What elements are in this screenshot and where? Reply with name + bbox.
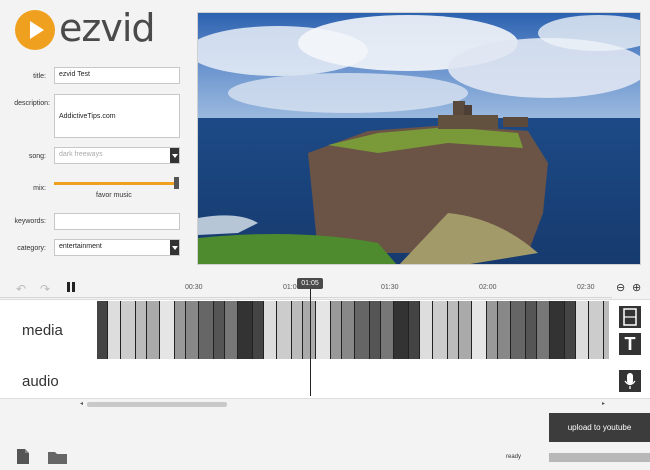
clip-thumbnail[interactable] [121, 301, 135, 359]
clip-thumbnail[interactable] [238, 301, 252, 359]
upload-to-youtube-button[interactable]: upload to youtube [549, 413, 650, 442]
clip-thumbnail[interactable] [277, 301, 291, 359]
progress-bar [549, 453, 650, 462]
clip-thumbnail[interactable] [459, 301, 471, 359]
clip-thumbnail[interactable] [292, 301, 302, 359]
clip-thumbnail[interactable] [448, 301, 458, 359]
clip-thumbnail[interactable] [537, 301, 549, 359]
pause-icon[interactable] [66, 281, 78, 293]
clip-thumbnail[interactable] [604, 301, 609, 359]
new-file-icon[interactable] [14, 447, 32, 465]
clip-thumbnails [97, 301, 609, 359]
title-field[interactable]: ezvid Test [54, 67, 180, 84]
category-value: entertainment [59, 243, 102, 250]
open-folder-glyph [48, 452, 67, 464]
status-text: ready [506, 454, 522, 460]
audio-track[interactable] [0, 364, 650, 399]
scroll-right-icon[interactable]: ▸ [602, 400, 605, 407]
time-tick: 02:30 [577, 284, 595, 291]
mix-caption: favor music [96, 192, 132, 199]
time-tick: 02:00 [479, 284, 497, 291]
clip-thumbnail[interactable] [214, 301, 224, 359]
clip-thumbnail[interactable] [576, 301, 588, 359]
mix-slider-thumb[interactable] [173, 177, 179, 189]
keywords-field[interactable] [54, 213, 180, 230]
category-select[interactable]: entertainment [54, 239, 180, 256]
scroll-left-icon[interactable]: ◂ [80, 400, 83, 407]
title-label: title: [33, 73, 46, 80]
clip-thumbnail[interactable] [303, 301, 315, 359]
clip-thumbnail[interactable] [316, 301, 330, 359]
new-file-glyph [17, 449, 29, 464]
time-tick: 01:30 [381, 284, 399, 291]
media-track-label: media [22, 322, 63, 339]
clip-thumbnail[interactable] [472, 301, 486, 359]
clip-thumbnail[interactable] [331, 301, 341, 359]
clip-thumbnail[interactable] [225, 301, 237, 359]
song-label: song: [28, 153, 46, 160]
clip-thumbnail[interactable] [199, 301, 213, 359]
horizontal-scrollbar[interactable] [87, 402, 227, 407]
time-tick: 00:30 [185, 284, 203, 291]
clip-thumbnail[interactable] [136, 301, 146, 359]
undo-icon[interactable]: ↶ [16, 282, 26, 296]
clip-thumbnail[interactable] [97, 301, 107, 359]
preview-image [198, 13, 640, 264]
logo-text: ezvid [59, 6, 155, 50]
clip-thumbnail[interactable] [370, 301, 380, 359]
mix-slider-track[interactable] [54, 182, 178, 185]
video-preview[interactable] [197, 12, 641, 265]
mix-label: mix: [33, 185, 46, 192]
clip-thumbnail[interactable] [264, 301, 276, 359]
clip-thumbnail[interactable] [498, 301, 510, 359]
clip-thumbnail[interactable] [565, 301, 575, 359]
ezvid-logo: ezvid [15, 6, 165, 56]
clip-thumbnail[interactable] [253, 301, 263, 359]
zoom-in-icon[interactable]: ⊕ [632, 281, 641, 294]
microphone-glyph [624, 373, 636, 389]
playhead[interactable] [310, 289, 311, 396]
description-label: description: [14, 100, 50, 107]
audio-track-label: audio [22, 373, 59, 390]
clip-thumbnail[interactable] [381, 301, 393, 359]
clip-thumbnail[interactable] [342, 301, 354, 359]
clip-thumbnail[interactable] [186, 301, 198, 359]
clip-thumbnail[interactable] [526, 301, 536, 359]
clip-thumbnail[interactable] [420, 301, 432, 359]
song-select[interactable]: dark freeways [54, 147, 180, 164]
clip-thumbnail[interactable] [487, 301, 497, 359]
film-icon[interactable] [619, 306, 641, 328]
zoom-out-icon[interactable]: ⊖ [616, 281, 625, 294]
clip-thumbnail[interactable] [511, 301, 525, 359]
clip-thumbnail[interactable] [589, 301, 603, 359]
category-label: category: [17, 245, 46, 252]
chevron-down-icon [170, 148, 179, 163]
clip-thumbnail[interactable] [147, 301, 159, 359]
keywords-label: keywords: [14, 218, 46, 225]
clip-thumbnail[interactable] [433, 301, 447, 359]
clip-thumbnail[interactable] [175, 301, 185, 359]
film-icon-glyph [623, 308, 637, 326]
clip-thumbnail[interactable] [160, 301, 174, 359]
media-clips[interactable] [97, 301, 609, 359]
play-logo-icon [15, 10, 55, 50]
clip-thumbnail[interactable] [409, 301, 419, 359]
clip-thumbnail[interactable] [355, 301, 369, 359]
song-value: dark freeways [59, 151, 103, 158]
text-icon[interactable]: T [619, 333, 641, 355]
clip-thumbnail[interactable] [108, 301, 120, 359]
playhead-time[interactable]: 01:05 [297, 278, 323, 289]
clip-thumbnail[interactable] [550, 301, 564, 359]
time-ruler[interactable] [0, 297, 612, 298]
open-folder-icon[interactable] [47, 449, 69, 465]
chevron-down-icon [170, 240, 179, 255]
redo-icon[interactable]: ↷ [40, 282, 50, 296]
microphone-icon[interactable] [619, 370, 641, 392]
clip-thumbnail[interactable] [394, 301, 408, 359]
description-field[interactable]: AddictiveTips.com [54, 94, 180, 138]
